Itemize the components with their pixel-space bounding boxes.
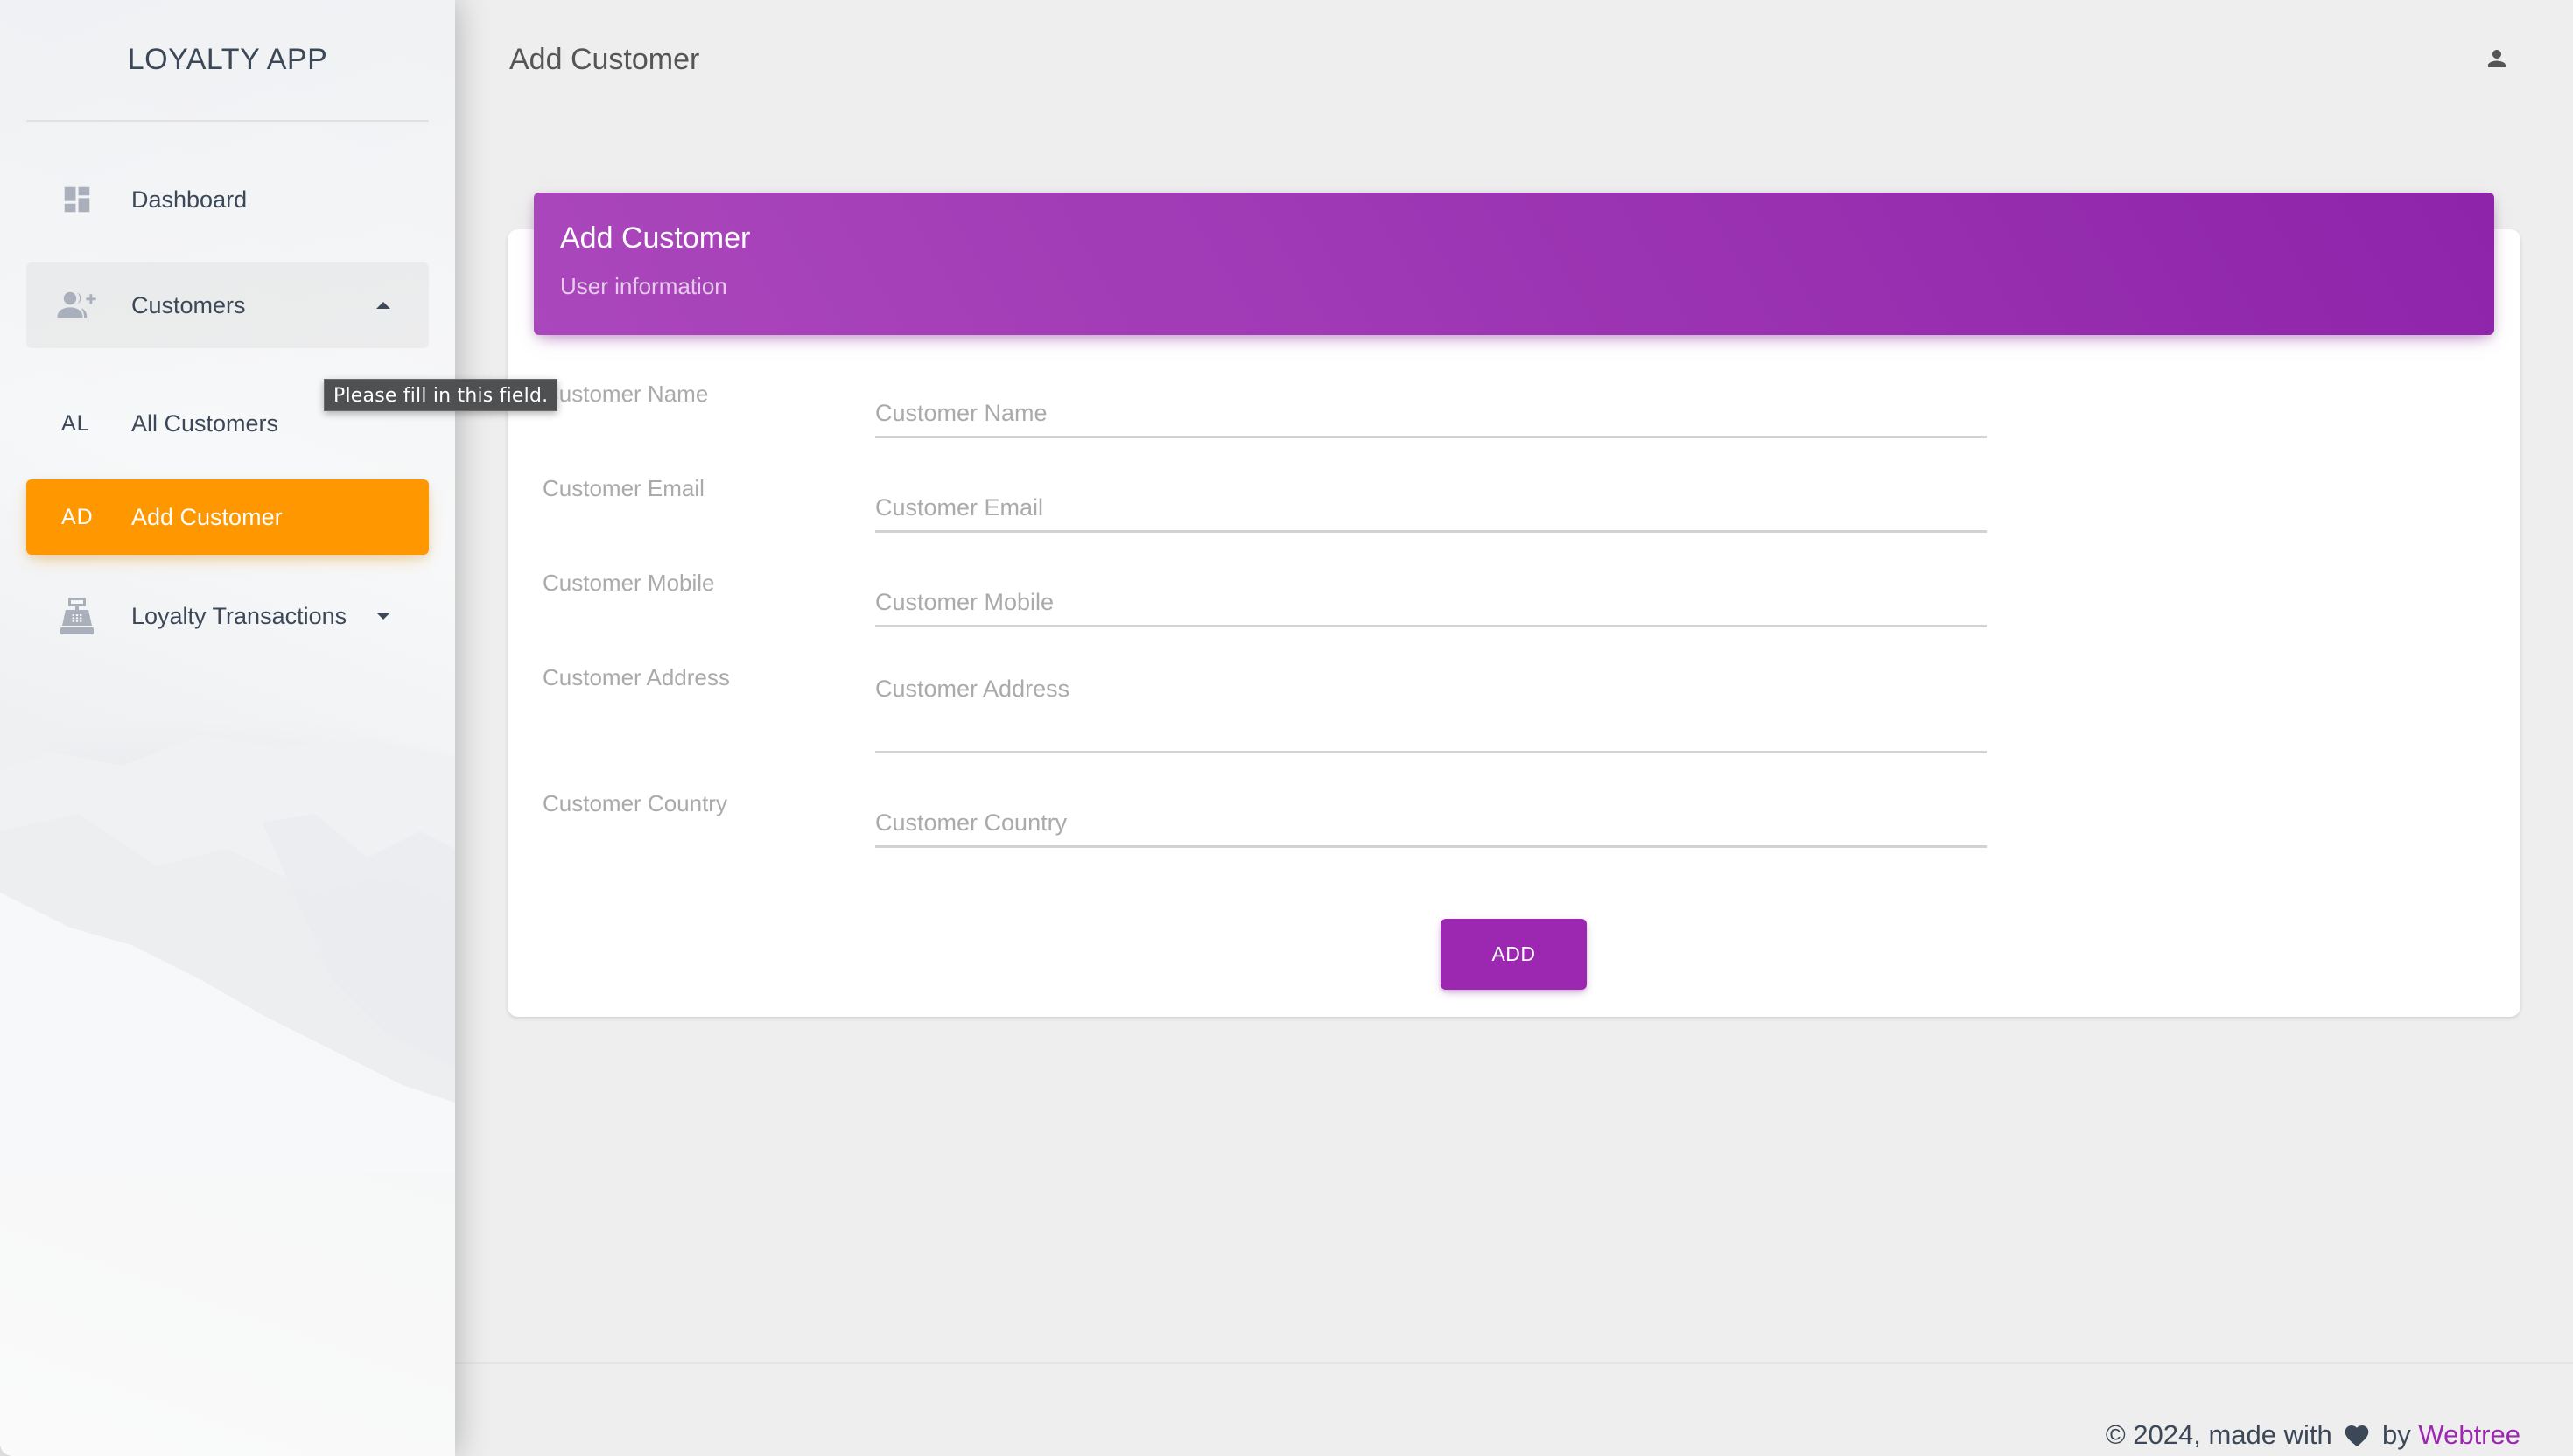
customer-address-label: Customer Address <box>543 664 730 690</box>
sidebar-item-abbr: AD <box>61 504 94 529</box>
customer-name-input[interactable] <box>875 390 1987 438</box>
sidebar-item-label: Dashboard <box>131 186 248 213</box>
customer-address-input[interactable] <box>875 667 1987 753</box>
footer-webtree-link[interactable]: Webtree <box>2418 1419 2520 1450</box>
caret-down-icon <box>376 612 390 620</box>
customer-name-label: Customer Name <box>543 381 709 407</box>
sidebar-item-label: Add Customer <box>131 503 283 530</box>
app-logo[interactable]: LOYALTY APP <box>26 37 429 82</box>
footer-by: by <box>2382 1419 2411 1450</box>
logo-divider <box>26 120 429 122</box>
sidebar-item-label: All Customers <box>131 410 279 437</box>
sidebar-item-customers[interactable]: Customers <box>26 262 429 348</box>
customer-email-input[interactable] <box>875 485 1987 533</box>
heart-icon <box>2343 1420 2371 1455</box>
customer-mobile-input[interactable] <box>875 579 1987 627</box>
footer-copyright: © 2024, made with <box>2105 1419 2332 1450</box>
customer-email-label: Customer Email <box>543 475 705 501</box>
sidebar-item-label: Customers <box>131 291 246 318</box>
sidebar-item-loyalty-transactions[interactable]: Loyalty Transactions <box>26 574 429 658</box>
customer-country-label: Customer Country <box>543 790 727 816</box>
validation-tooltip: Please fill in this field. <box>324 379 558 411</box>
sidebar-item-abbr: AL <box>61 410 90 436</box>
customer-country-input[interactable] <box>875 800 1987 848</box>
sidebar-item-dashboard[interactable]: Dashboard <box>26 158 429 242</box>
customer-mobile-label: Customer Mobile <box>543 570 715 596</box>
sidebar-item-add-customer[interactable]: AD Add Customer <box>26 480 429 555</box>
sidebar-item-label: Loyalty Transactions <box>131 602 347 629</box>
card-header: Add Customer User information <box>534 192 2494 335</box>
sidebar: LOYALTY APP Dashboard Customers AL All C… <box>0 0 455 1456</box>
page-title: Add Customer <box>509 43 700 76</box>
caret-up-icon <box>376 302 390 309</box>
person-icon[interactable] <box>2484 46 2510 72</box>
group-add-icon <box>56 284 98 326</box>
dashboard-icon <box>56 178 98 220</box>
card-subtitle: User information <box>560 273 727 299</box>
add-button[interactable]: ADD <box>1441 919 1587 990</box>
sidebar-background-image <box>0 735 455 1172</box>
cash-register-icon <box>56 595 98 637</box>
footer: © 2024, made with by Webtree <box>2106 1418 2520 1455</box>
footer-divider <box>455 1362 2573 1364</box>
card-title: Add Customer <box>560 221 751 255</box>
